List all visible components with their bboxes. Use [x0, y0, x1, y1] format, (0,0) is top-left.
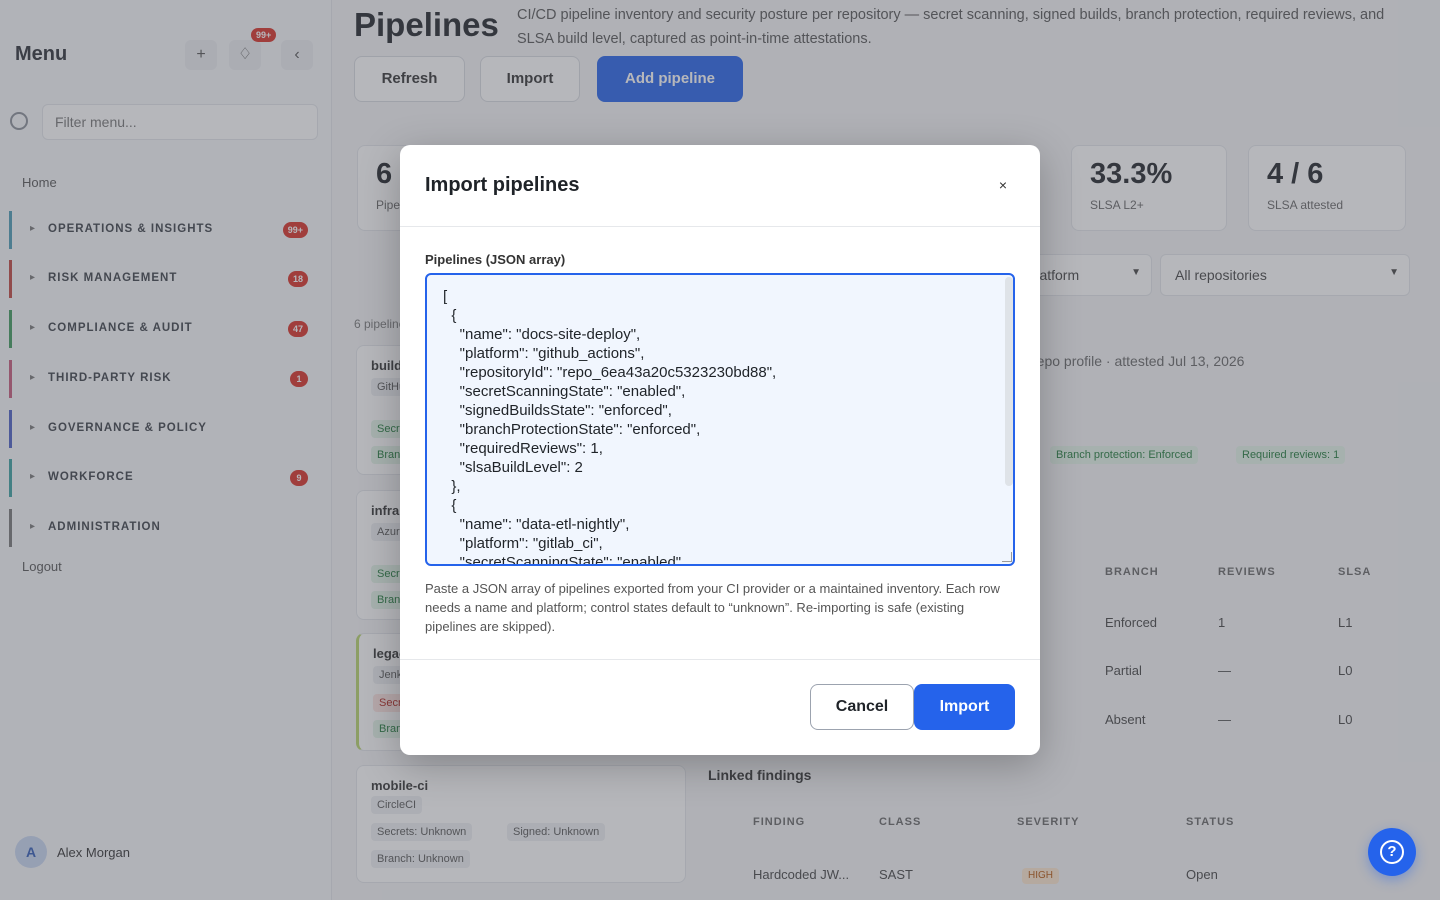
dialog-footer-divider	[400, 659, 1040, 660]
resize-handle-icon[interactable]	[1002, 552, 1012, 562]
import-submit-button[interactable]: Import	[914, 684, 1015, 730]
json-field-label: Pipelines (JSON array)	[425, 252, 566, 267]
dialog-header: Import pipelines ×	[400, 145, 1040, 227]
cancel-button[interactable]: Cancel	[810, 684, 914, 730]
textarea-scrollbar[interactable]	[1005, 277, 1013, 486]
pipelines-json-textarea[interactable]	[425, 273, 1015, 566]
import-pipelines-dialog: Import pipelines × Pipelines (JSON array…	[400, 145, 1040, 755]
json-help-text: Paste a JSON array of pipelines exported…	[425, 581, 1000, 634]
help-button[interactable]: ?	[1368, 828, 1416, 876]
question-mark-icon: ?	[1380, 840, 1404, 864]
close-icon[interactable]: ×	[994, 176, 1012, 194]
dialog-title: Import pipelines	[425, 174, 580, 196]
